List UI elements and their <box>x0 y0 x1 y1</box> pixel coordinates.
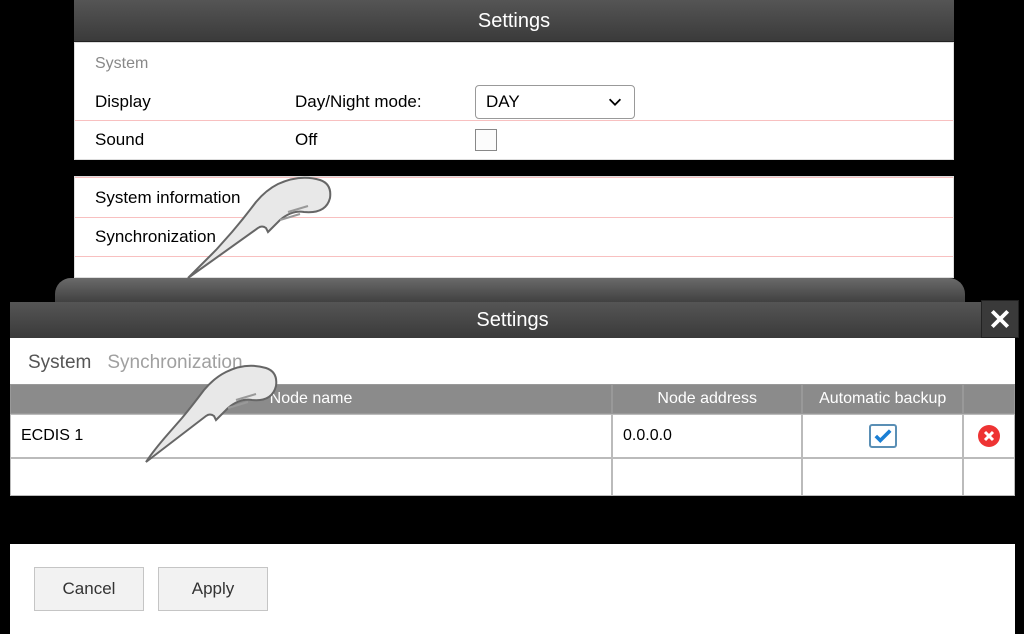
delete-row-button[interactable] <box>978 425 1000 447</box>
col-backup: Automatic backup <box>802 384 962 414</box>
dialog-button-bar: Cancel Apply <box>10 538 1015 634</box>
col-node-name: Node name <box>10 384 612 414</box>
display-label: Display <box>95 92 295 112</box>
daynight-select[interactable]: DAY <box>475 85 635 119</box>
daynight-label: Day/Night mode: <box>295 92 475 112</box>
settings-panel-top: Settings System Display Day/Night mode: … <box>74 0 954 160</box>
daynight-value: DAY <box>486 92 520 112</box>
row-sync[interactable]: Synchronization <box>75 217 953 257</box>
cell-node-name: ECDIS 1 <box>10 414 612 458</box>
apply-button[interactable]: Apply <box>158 567 268 611</box>
col-node-addr: Node address <box>612 384 802 414</box>
backup-checkbox[interactable] <box>869 424 897 448</box>
sysinfo-label: System information <box>95 188 241 208</box>
row-display: Display Day/Night mode: DAY <box>75 83 953 121</box>
sync-label: Synchronization <box>95 227 216 247</box>
cancel-button[interactable]: Cancel <box>34 567 144 611</box>
check-icon <box>874 428 892 444</box>
chevron-down-icon <box>606 93 624 111</box>
dialog-title: Settings <box>10 302 1015 338</box>
row-sysinfo[interactable]: System information <box>75 177 953 217</box>
cell-empty <box>10 458 612 496</box>
sync-table: Node name ECDIS 1 Node address Automatic… <box>10 384 1015 496</box>
row-sound: Sound Off <box>75 121 953 159</box>
settings-panel-mid: System information Synchronization <box>74 176 954 278</box>
col-delete <box>963 384 1015 414</box>
delete-x-icon <box>983 430 995 442</box>
table-row[interactable]: ECDIS 1 <box>10 414 612 458</box>
sidebar-item-system[interactable]: System <box>75 43 953 83</box>
sync-dialog: Settings System Synchronization Node nam… <box>10 302 1015 496</box>
crumb-system[interactable]: System <box>28 352 91 374</box>
close-button[interactable] <box>981 300 1019 338</box>
breadcrumb: System Synchronization <box>10 338 1015 384</box>
crumb-synchronization[interactable]: Synchronization <box>107 352 242 374</box>
cell-node-addr: 0.0.0.0 <box>612 414 802 458</box>
sound-checkbox[interactable] <box>475 129 497 151</box>
panel-title: Settings <box>74 0 954 42</box>
sound-value: Off <box>295 130 475 150</box>
close-icon <box>989 308 1011 330</box>
table-row[interactable]: 0.0.0.0 <box>612 414 1015 458</box>
sound-label: Sound <box>95 130 295 150</box>
